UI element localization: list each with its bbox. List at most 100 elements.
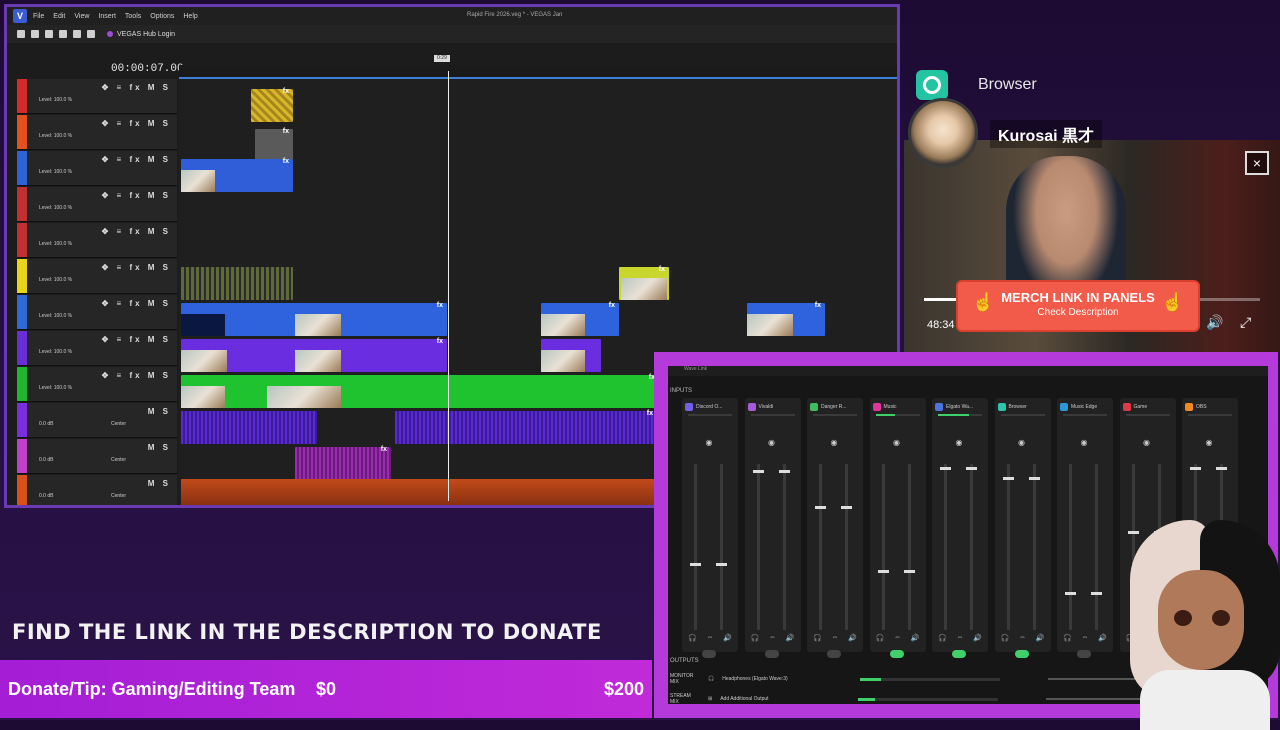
channel-header[interactable]: Elgato Wa... xyxy=(935,402,985,412)
track-level[interactable]: Level: 100.0 % xyxy=(39,241,72,247)
output-device[interactable]: Headphones (Elgato Wave:3) xyxy=(722,676,842,682)
track-controls[interactable]: M S xyxy=(148,443,171,452)
monitor-fader[interactable] xyxy=(1065,464,1076,630)
link-icon[interactable]: ⇔ xyxy=(769,634,776,642)
track-pan[interactable]: Center xyxy=(111,457,126,463)
close-icon[interactable]: × xyxy=(1245,151,1269,175)
channel-mute-toggle[interactable] xyxy=(702,650,716,658)
monitor-fader[interactable] xyxy=(1002,464,1014,630)
fader-knob[interactable] xyxy=(1002,476,1014,480)
audio-clip[interactable]: fx xyxy=(295,446,391,480)
save-icon[interactable] xyxy=(45,30,53,38)
audio-clip[interactable]: fx xyxy=(395,410,657,444)
timeline-ruler[interactable] xyxy=(179,65,897,79)
clip[interactable]: fx xyxy=(251,88,293,122)
playhead-flag[interactable]: 0:29 xyxy=(434,55,450,62)
speaker-icon[interactable]: 🔊 xyxy=(911,634,920,642)
monitor-fader[interactable] xyxy=(752,464,764,630)
channel-header[interactable]: Browser xyxy=(997,402,1048,412)
stream-fader[interactable] xyxy=(966,464,977,630)
fader-knob[interactable] xyxy=(1190,467,1201,471)
clip[interactable]: fx xyxy=(747,302,825,336)
monitor-fader[interactable] xyxy=(940,464,951,630)
link-icon[interactable]: ⇔ xyxy=(832,634,839,642)
fader-knob[interactable] xyxy=(877,569,889,573)
clip[interactable]: fx xyxy=(181,158,293,192)
headphones-icon[interactable]: 🎧 xyxy=(688,634,697,642)
track-header[interactable]: Level: 100.0 % ✥ ≡ fx M S xyxy=(17,331,177,366)
channel-source-icon[interactable]: ◉ xyxy=(953,438,965,448)
output-device[interactable]: Add Additional Output xyxy=(720,696,840,702)
menu-edit[interactable]: Edit xyxy=(53,13,65,20)
track-header[interactable]: Level: 100.0 % ✥ ≡ fx M S xyxy=(17,115,177,150)
channel-header[interactable]: Game xyxy=(1122,402,1173,412)
render-icon[interactable] xyxy=(59,30,67,38)
clip[interactable]: fx xyxy=(181,374,659,408)
fader-knob[interactable] xyxy=(716,563,727,567)
channel-header[interactable]: Music Edge xyxy=(1060,402,1110,412)
track-controls[interactable]: ✥ ≡ fx M S xyxy=(102,191,171,200)
channel-source-icon[interactable]: ◉ xyxy=(703,438,715,448)
menu-options[interactable]: Options xyxy=(150,13,174,20)
speaker-icon[interactable]: 🔊 xyxy=(1098,634,1107,642)
channel-source-icon[interactable]: ◉ xyxy=(828,438,840,448)
channel-mute-toggle[interactable] xyxy=(1014,650,1029,658)
channel-header[interactable]: OBS xyxy=(1185,402,1235,412)
playhead-cursor[interactable] xyxy=(448,71,449,501)
track-header[interactable]: Level: 100.0 % ✥ ≡ fx M S xyxy=(17,151,177,186)
channel-header[interactable]: Music xyxy=(872,402,923,412)
stream-fader[interactable] xyxy=(778,464,790,630)
audio-clip[interactable] xyxy=(181,411,317,444)
fader-knob[interactable] xyxy=(903,569,915,573)
track-level[interactable]: Level: 100.0 % xyxy=(39,349,72,355)
stream-fader[interactable] xyxy=(841,464,852,630)
fader-knob[interactable] xyxy=(966,467,977,471)
track-header[interactable]: Level: 100.0 % ✥ ≡ fx M S xyxy=(17,295,177,330)
volume-icon[interactable]: 🔊 xyxy=(1206,314,1223,331)
fader-knob[interactable] xyxy=(1028,476,1040,480)
channel-header[interactable]: Danger R... xyxy=(810,402,860,412)
link-icon[interactable]: ⇔ xyxy=(957,634,964,642)
link-icon[interactable]: ⇔ xyxy=(1019,634,1026,642)
headphones-icon[interactable]: 🎧 xyxy=(751,634,760,642)
fader-knob[interactable] xyxy=(815,505,826,509)
track-controls[interactable]: ✥ ≡ fx M S xyxy=(102,119,171,128)
track-controls[interactable]: ✥ ≡ fx M S xyxy=(102,263,171,272)
menu-tools[interactable]: Tools xyxy=(125,13,141,20)
clip[interactable]: fx xyxy=(541,302,619,336)
track-level[interactable]: 0.0 dB xyxy=(39,421,53,427)
channel-mute-toggle[interactable] xyxy=(1077,650,1091,658)
track-controls[interactable]: M S xyxy=(148,407,171,416)
monitor-fader[interactable] xyxy=(815,464,826,630)
audio-clip[interactable] xyxy=(181,479,659,505)
track-controls[interactable]: ✥ ≡ fx M S xyxy=(102,371,171,380)
menu-view[interactable]: View xyxy=(74,13,89,20)
fader-knob[interactable] xyxy=(690,563,701,567)
speaker-icon[interactable]: 🔊 xyxy=(848,634,857,642)
headphones-icon[interactable]: 🎧 xyxy=(876,634,885,642)
monitor-fader[interactable] xyxy=(690,464,701,630)
track-level[interactable]: Level: 100.0 % xyxy=(39,133,72,139)
monitor-fader[interactable] xyxy=(877,464,889,630)
track-level[interactable]: Level: 100.0 % xyxy=(39,205,72,211)
headphones-icon[interactable]: 🎧 xyxy=(938,634,947,642)
track-header[interactable]: Level: 100.0 % ✥ ≡ fx M S xyxy=(17,367,177,402)
channel-source-icon[interactable]: ◉ xyxy=(891,438,903,448)
channel-source-icon[interactable]: ◉ xyxy=(1203,438,1215,448)
fader-knob[interactable] xyxy=(752,470,764,474)
new-file-icon[interactable] xyxy=(17,30,25,38)
headphones-icon[interactable]: 🎧 xyxy=(813,634,822,642)
fader-knob[interactable] xyxy=(1216,467,1227,471)
clip[interactable]: fx xyxy=(619,266,669,300)
speaker-icon[interactable]: 🔊 xyxy=(973,634,982,642)
track-header[interactable]: 0.0 dB Center M S xyxy=(17,475,177,505)
open-folder-icon[interactable] xyxy=(31,30,39,38)
fader-knob[interactable] xyxy=(1091,592,1102,595)
channel-header[interactable]: Discord O... xyxy=(685,402,735,412)
fader-knob[interactable] xyxy=(778,470,790,474)
track-level[interactable]: Level: 100.0 % xyxy=(39,313,72,319)
track-level[interactable]: 0.0 dB xyxy=(39,493,53,499)
settings-gear-icon[interactable] xyxy=(73,30,81,38)
track-controls[interactable]: ✥ ≡ fx M S xyxy=(102,155,171,164)
link-icon[interactable]: ⇔ xyxy=(1082,634,1089,642)
